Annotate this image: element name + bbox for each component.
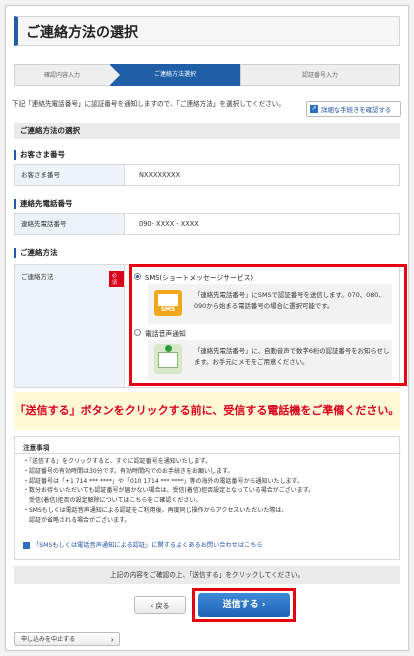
back-button[interactable]: ‹ 戻る bbox=[134, 596, 186, 614]
faq-link[interactable]: 「SMSもしくは電話音声通知による認証」に関するよくあるお問い合わせはこちら bbox=[23, 540, 263, 549]
note-item: ・認証番号は「+1 714 *** ****」や「010 1714 *** **… bbox=[23, 477, 303, 485]
page-frame: ご連絡方法の選択 確認内容入力 ご連絡方法選択 認証番号入力 下記「連絡先電話番… bbox=[5, 5, 409, 651]
step-2-current: ご連絡方法選択 bbox=[110, 64, 251, 86]
faq-link-label: 「SMSもしくは電話音声通知による認証」に関するよくあるお問い合わせはこちら bbox=[33, 542, 263, 549]
page-title: ご連絡方法の選択 bbox=[26, 25, 138, 41]
send-button[interactable]: 送信する › bbox=[198, 593, 290, 617]
phone-number-value: 090- XXXX - XXXX bbox=[139, 220, 199, 228]
note-item: 認証が省略される場合がございます。 bbox=[23, 516, 131, 524]
procedure-guide-link[interactable]: ↗ 詳細な手続きを確認する bbox=[306, 101, 401, 117]
note-item: 受信(着信)拒否の設定解除についてはこちらをご確認ください。 bbox=[23, 497, 202, 505]
note-item: ・数分お待ちいただいても認証番号が届かない場合は、受信(着信)拒否設定となってい… bbox=[23, 487, 315, 495]
customer-number-label: お客さま番号 bbox=[15, 165, 125, 185]
step-1: 確認内容入力 bbox=[14, 64, 120, 86]
step-3: 認証番号入力 bbox=[240, 64, 400, 86]
note-item: ・「送信する」をクリックすると、すぐに認証番号を通知いたします。 bbox=[23, 458, 212, 465]
section-title: ご連絡方法の選択 bbox=[14, 123, 400, 139]
phone-number-label: 連絡先電話番号 bbox=[15, 214, 125, 234]
notes-box: 注意事項 ・「送信する」をクリックすると、すぐに認証番号を通知いたします。 ・認… bbox=[14, 436, 401, 560]
external-link-icon: ↗ bbox=[310, 105, 318, 113]
intro-text: 下記「連絡先電話番号」に認証番号を通知しますので、「ご連絡方法」を選択してくださ… bbox=[12, 100, 285, 108]
procedure-guide-label: 詳細な手続きを確認する bbox=[321, 106, 392, 114]
page-header: ご連絡方法の選択 bbox=[14, 16, 400, 46]
customer-number-row: お客さま番号 NXXXXXXXX bbox=[14, 164, 400, 186]
prepare-phone-notice: 「送信する」ボタンをクリックする前に、受信する電話機をご準備ください。 bbox=[14, 392, 400, 430]
contact-method-heading: ご連絡方法 bbox=[14, 247, 400, 258]
contact-method-label-cell: ご連絡方法 必須 bbox=[15, 265, 125, 387]
customer-number-value: NXXXXXXXX bbox=[139, 171, 181, 179]
confirm-instruction: 上記の内容をご確認の上、「送信する」をクリックしてください。 bbox=[14, 566, 400, 584]
notes-title: 注意事項 bbox=[23, 444, 50, 452]
phone-number-row: 連絡先電話番号 090- XXXX - XXXX bbox=[14, 213, 400, 235]
contact-method-label: ご連絡方法 bbox=[21, 273, 54, 281]
notes-list: ・「送信する」をクリックすると、すぐに認証番号を通知いたします。 ・認証番号の有… bbox=[23, 457, 395, 526]
required-badge: 必須 bbox=[109, 271, 124, 287]
progress-steps: 確認内容入力 ご連絡方法選択 認証番号入力 bbox=[14, 64, 400, 86]
method-highlight-frame bbox=[129, 264, 407, 386]
cancel-application-button[interactable]: 申し込みを中止する bbox=[14, 632, 120, 647]
note-item: ・SMSもしくは電話音声通知による認証をご利用後、再度同じ操作からアクセスいただ… bbox=[23, 506, 288, 514]
link-icon bbox=[23, 541, 30, 549]
phone-number-heading: 連絡先電話番号 bbox=[14, 198, 400, 209]
customer-number-heading: お客さま番号 bbox=[14, 149, 400, 160]
note-item: ・認証番号の有効時間は30分です。有効時間内でのお手続きをお願いします。 bbox=[23, 467, 234, 475]
